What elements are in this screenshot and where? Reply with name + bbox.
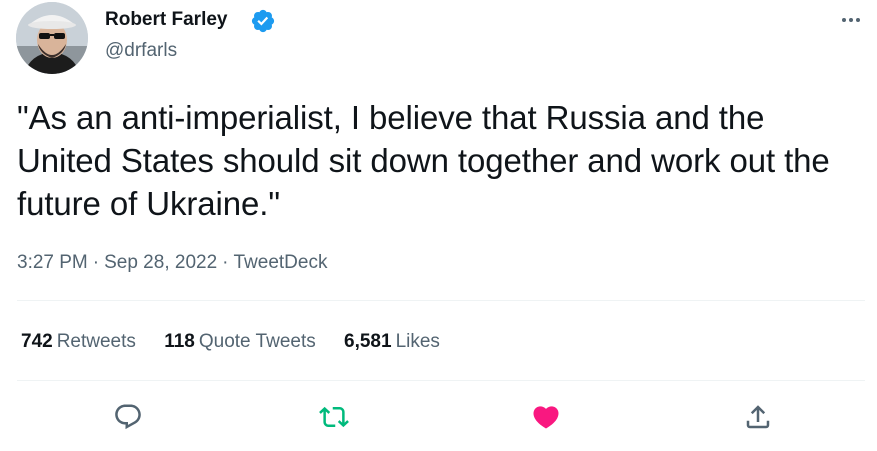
reply-icon — [115, 404, 141, 430]
tweet-source[interactable]: TweetDeck — [233, 252, 327, 273]
retweet-icon — [319, 406, 349, 428]
tweet-metadata: 3:27 PM · Sep 28, 2022 · TweetDeck — [17, 251, 327, 275]
divider — [17, 300, 865, 301]
retweets-stat[interactable]: 742 Retweets — [21, 329, 136, 355]
avatar[interactable] — [16, 2, 88, 74]
more-options-icon[interactable] — [836, 8, 866, 32]
quote-tweets-label: Quote Tweets — [198, 331, 316, 352]
retweets-label: Retweets — [56, 331, 136, 352]
likes-count: 6,581 — [344, 331, 392, 352]
like-icon — [533, 406, 559, 429]
reply-button[interactable] — [108, 397, 148, 437]
author-display-name[interactable]: Robert Farley — [105, 8, 227, 32]
engagement-stats: 742 Retweets 118 Quote Tweets 6,581 Likes — [21, 329, 463, 355]
meta-separator: · — [92, 252, 100, 273]
tweet-date[interactable]: Sep 28, 2022 — [104, 252, 217, 273]
quote-tweets-count: 118 — [164, 331, 195, 352]
share-icon — [746, 405, 770, 429]
retweet-button[interactable] — [314, 397, 354, 437]
tweet: Robert Farley @drfarls "As an anti-imper… — [0, 0, 877, 451]
author-handle[interactable]: @drfarls — [105, 39, 177, 63]
likes-label: Likes — [395, 331, 440, 352]
likes-stat[interactable]: 6,581 Likes — [344, 329, 440, 355]
meta-separator: · — [222, 252, 229, 273]
like-button[interactable] — [526, 397, 566, 437]
tweet-time[interactable]: 3:27 PM — [17, 252, 88, 273]
share-button[interactable] — [738, 397, 778, 437]
divider — [17, 380, 865, 381]
retweets-count: 742 — [21, 331, 53, 352]
tweet-text: "As an anti-imperialist, I believe that … — [17, 99, 830, 222]
verified-badge-icon — [251, 9, 275, 33]
quote-tweets-stat[interactable]: 118 Quote Tweets — [164, 329, 316, 355]
avatar-image — [16, 2, 88, 74]
